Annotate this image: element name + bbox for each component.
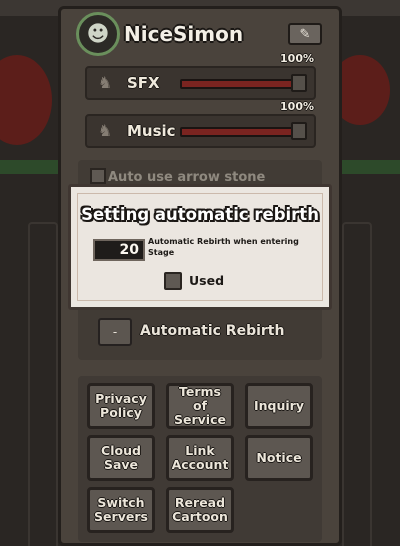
cloud-save-button[interactable]: Cloud Save — [87, 435, 155, 481]
sfx-row: ♞ SFX 100% — [85, 52, 316, 100]
edit-name-button[interactable]: ✎ — [288, 23, 322, 45]
music-slider-handle[interactable] — [291, 122, 307, 140]
used-checkbox[interactable] — [164, 272, 182, 290]
rabbit-icon: ♞ — [97, 121, 113, 140]
background-side-frame-left — [28, 222, 58, 546]
music-label: Music — [127, 122, 176, 140]
stage-input[interactable]: 20 — [93, 239, 145, 261]
sfx-slider[interactable] — [180, 79, 306, 89]
link-account-button[interactable]: Link Account — [166, 435, 234, 481]
username: NiceSimon — [124, 22, 244, 46]
background-hp-bar-left — [0, 160, 60, 174]
automatic-rebirth-label: Automatic Rebirth — [140, 323, 285, 339]
automatic-rebirth-button[interactable]: - — [98, 318, 132, 346]
privacy-policy-button[interactable]: Privacy Policy — [87, 383, 155, 429]
avatar[interactable]: ☻ — [76, 12, 120, 56]
music-slider[interactable] — [180, 127, 306, 137]
helmet-character-icon: ☻ — [86, 21, 110, 47]
switch-servers-button[interactable]: Switch Servers — [87, 487, 155, 533]
sfx-slider-handle[interactable] — [291, 74, 307, 92]
rabbit-icon: ♞ — [97, 73, 113, 92]
sfx-slider-fill — [182, 81, 304, 87]
notice-button[interactable]: Notice — [245, 435, 313, 481]
dialog-title: Setting automatic rebirth — [81, 205, 319, 224]
terms-of-service-button[interactable]: Terms of Service — [166, 383, 234, 429]
pencil-icon: ✎ — [299, 26, 311, 42]
auto-arrow-label: Auto use arrow stone — [108, 170, 266, 185]
sfx-label: SFX — [127, 74, 160, 92]
background-hp-bar-right — [340, 160, 400, 174]
background-blob-left — [0, 55, 52, 145]
inquiry-button[interactable]: Inquiry — [245, 383, 313, 429]
background-side-frame-right — [342, 222, 372, 546]
music-row: ♞ Music 100% — [85, 100, 316, 148]
music-slider-fill — [182, 129, 304, 135]
auto-arrow-checkbox[interactable] — [90, 168, 106, 184]
reread-cartoon-button[interactable]: Reread Cartoon — [166, 487, 234, 533]
sfx-percent: 100% — [280, 52, 314, 65]
used-label: Used — [189, 273, 225, 288]
stage-caption: Automatic Rebirth when entering Stage — [148, 237, 299, 257]
music-percent: 100% — [280, 100, 314, 113]
